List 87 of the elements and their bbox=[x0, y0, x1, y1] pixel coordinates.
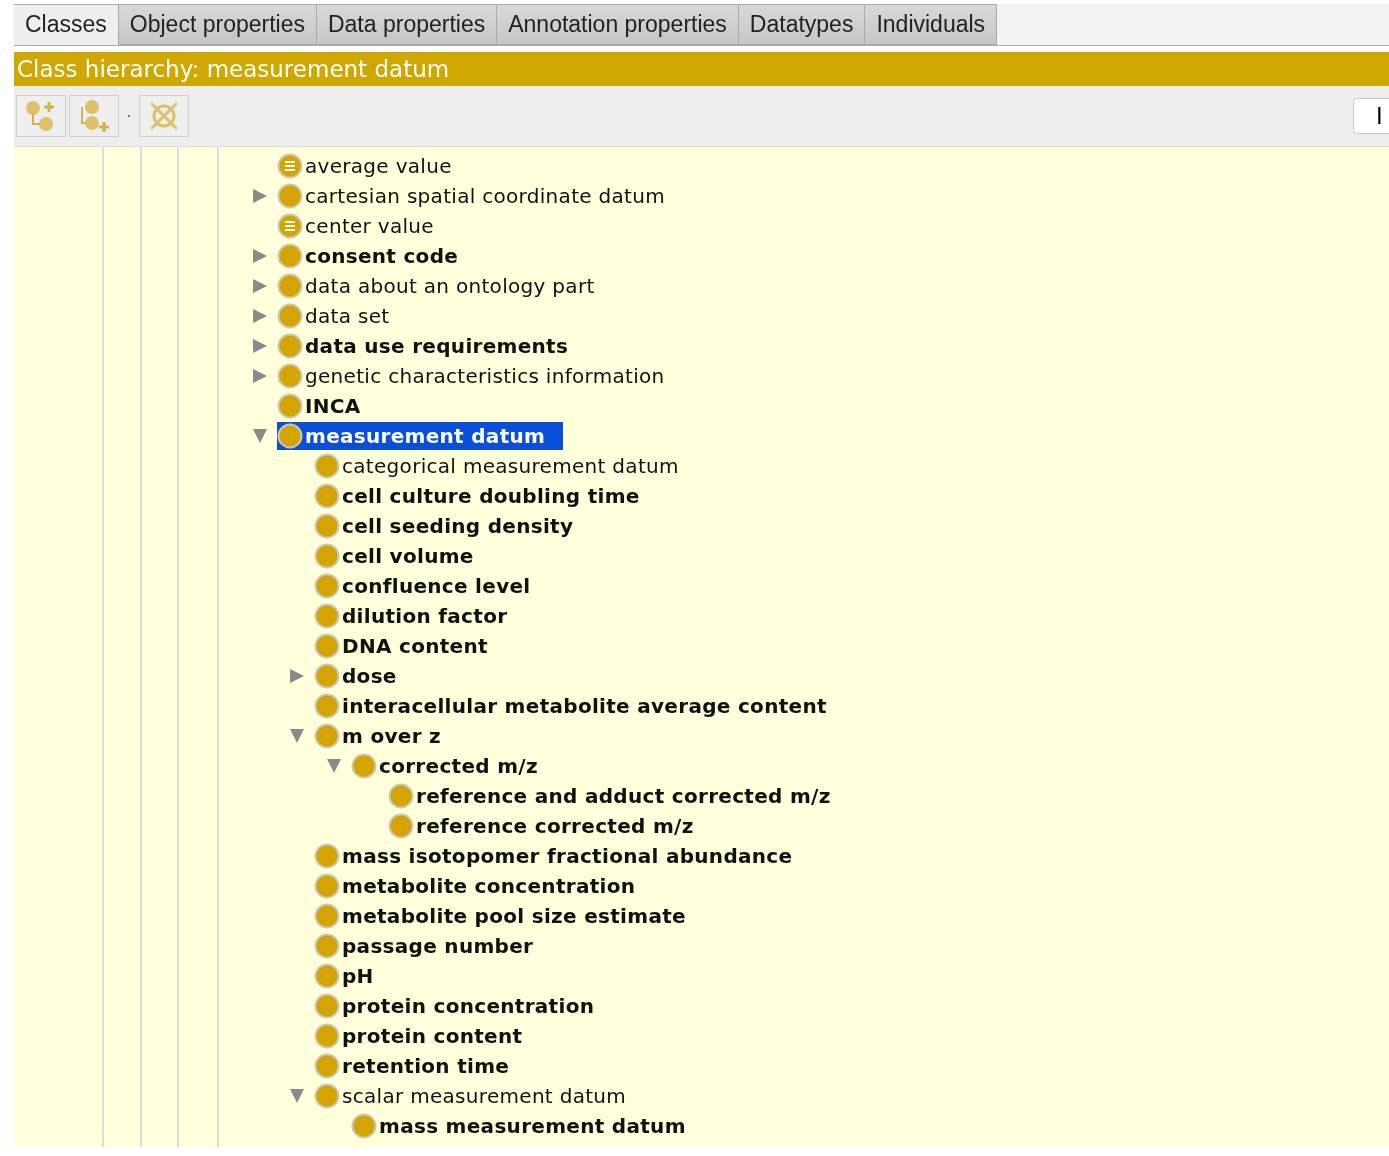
class-icon bbox=[314, 663, 340, 689]
class-label[interactable]: cell seeding density bbox=[342, 514, 574, 538]
class-label[interactable]: data set bbox=[305, 304, 390, 328]
defined-class-icon bbox=[277, 213, 303, 239]
class-icon bbox=[314, 483, 340, 509]
class-label[interactable]: retention time bbox=[342, 1054, 510, 1078]
class-label[interactable]: average value bbox=[305, 154, 452, 178]
expand-arrow-icon[interactable] bbox=[253, 308, 267, 324]
expand-arrow-icon[interactable] bbox=[253, 338, 267, 354]
class-label[interactable]: metabolite concentration bbox=[342, 874, 636, 898]
class-label[interactable]: consent code bbox=[305, 244, 459, 268]
tab[interactable]: Individuals bbox=[865, 4, 998, 45]
expand-arrow-icon[interactable] bbox=[253, 248, 267, 264]
class-label[interactable]: confluence level bbox=[342, 574, 531, 598]
class-label[interactable]: data about an ontology part bbox=[305, 274, 595, 298]
class-label[interactable]: cell culture doubling time bbox=[342, 484, 640, 508]
class-icon bbox=[314, 903, 340, 929]
class-icon bbox=[314, 513, 340, 539]
tab[interactable]: Annotation properties bbox=[497, 4, 739, 45]
class-label[interactable]: reference corrected m/z bbox=[416, 814, 694, 838]
expand-arrow-icon[interactable] bbox=[253, 368, 267, 384]
collapse-arrow-icon[interactable] bbox=[326, 759, 342, 773]
class-icon bbox=[314, 573, 340, 599]
class-icon bbox=[277, 273, 303, 299]
class-label[interactable]: metabolite pool size estimate bbox=[342, 904, 686, 928]
class-icon bbox=[314, 543, 340, 569]
class-icon bbox=[314, 1023, 340, 1049]
class-label[interactable]: mass isotopomer fractional abundance bbox=[342, 844, 793, 868]
add-sibling-button[interactable] bbox=[69, 95, 119, 137]
collapse-arrow-icon[interactable] bbox=[289, 1089, 305, 1103]
expand-arrow-icon[interactable] bbox=[253, 278, 267, 294]
class-icon bbox=[277, 183, 303, 209]
class-icon bbox=[314, 633, 340, 659]
class-label[interactable]: protein concentration bbox=[342, 994, 595, 1018]
class-label[interactable]: genetic characteristics information bbox=[305, 364, 665, 388]
class-icon bbox=[277, 303, 303, 329]
class-label[interactable]: dose bbox=[342, 664, 397, 688]
collapse-arrow-icon[interactable] bbox=[252, 429, 268, 443]
class-icon bbox=[314, 693, 340, 719]
class-label[interactable]: pH bbox=[342, 964, 374, 988]
collapse-arrow-icon[interactable] bbox=[289, 729, 305, 743]
class-label[interactable]: scalar measurement datum bbox=[342, 1084, 627, 1108]
defined-class-icon bbox=[277, 153, 303, 179]
delete-icon bbox=[147, 99, 181, 133]
expand-arrow-icon[interactable] bbox=[290, 668, 304, 684]
class-label[interactable]: center value bbox=[305, 214, 434, 238]
class-label[interactable]: DNA content bbox=[342, 634, 488, 658]
class-icon bbox=[314, 1053, 340, 1079]
inferred-button[interactable]: I bbox=[1353, 98, 1389, 134]
class-icon bbox=[277, 393, 303, 419]
class-icon bbox=[277, 363, 303, 389]
class-label[interactable]: categorical measurement datum bbox=[342, 454, 679, 478]
class-icon bbox=[277, 333, 303, 359]
class-icon bbox=[314, 453, 340, 479]
class-label[interactable]: protein content bbox=[342, 1024, 523, 1048]
class-label[interactable]: interacellular metabolite average content bbox=[342, 694, 827, 718]
class-label[interactable]: cartesian spatial coordinate datum bbox=[305, 184, 665, 208]
class-label[interactable]: passage number bbox=[342, 934, 534, 958]
expand-arrow-icon[interactable] bbox=[253, 188, 267, 204]
class-icon bbox=[351, 753, 377, 779]
class-icon bbox=[314, 873, 340, 899]
class-icon bbox=[314, 993, 340, 1019]
class-icon bbox=[388, 813, 414, 839]
class-icon bbox=[314, 843, 340, 869]
class-label[interactable]: corrected m/z bbox=[379, 754, 538, 778]
class-label[interactable]: INCA bbox=[305, 394, 361, 418]
class-icon bbox=[277, 243, 303, 269]
class-icon bbox=[314, 723, 340, 749]
tab[interactable]: Datatypes bbox=[738, 4, 866, 45]
class-label[interactable]: reference and adduct corrected m/z bbox=[416, 784, 831, 808]
class-icon bbox=[314, 1083, 340, 1109]
class-label[interactable]: dilution factor bbox=[342, 604, 508, 628]
class-label[interactable]: cell volume bbox=[342, 544, 474, 568]
class-icon bbox=[314, 963, 340, 989]
add-subclass-button[interactable] bbox=[16, 95, 66, 137]
class-icon bbox=[351, 1113, 377, 1139]
class-label[interactable]: mass measurement datum bbox=[379, 1114, 686, 1138]
tab[interactable]: Object properties bbox=[118, 4, 317, 45]
class-icon bbox=[277, 423, 303, 449]
class-label[interactable]: data use requirements bbox=[305, 334, 569, 358]
class-hierarchy-header: Class hierarchy: measurement datum bbox=[14, 52, 1389, 86]
class-label[interactable]: m over z bbox=[342, 724, 441, 748]
tab[interactable]: Classes bbox=[14, 4, 119, 45]
class-icon bbox=[388, 783, 414, 809]
class-icon bbox=[314, 933, 340, 959]
class-icon bbox=[314, 603, 340, 629]
tab[interactable]: Data properties bbox=[316, 4, 498, 45]
